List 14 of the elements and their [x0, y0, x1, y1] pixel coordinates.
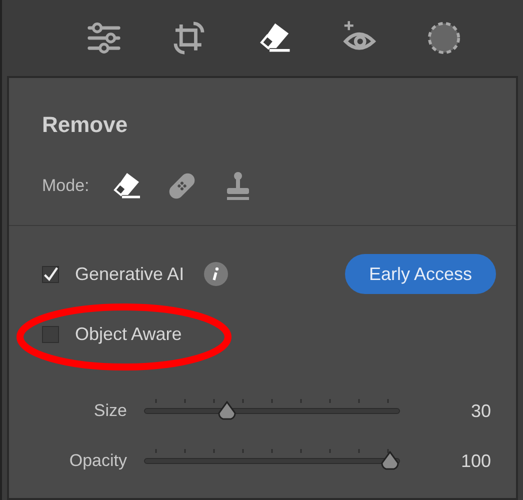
slider-label: Opacity — [68, 450, 127, 472]
panel-title: Remove — [42, 111, 128, 139]
slider-value: 30 — [470, 400, 491, 422]
info-icon[interactable] — [204, 262, 228, 286]
slider-thumb[interactable] — [380, 451, 400, 471]
slider-value: 100 — [460, 450, 491, 472]
checkbox[interactable] — [42, 326, 59, 342]
option-label: Object Aware — [75, 322, 182, 346]
option-label: Generative AI — [75, 262, 184, 286]
slider-thumb[interactable] — [217, 401, 238, 421]
mode-label: Mode: — [42, 175, 90, 198]
early-access-badge[interactable]: Early Access — [344, 254, 496, 294]
slider-label: Size — [92, 400, 127, 422]
checkbox[interactable] — [42, 266, 59, 282]
